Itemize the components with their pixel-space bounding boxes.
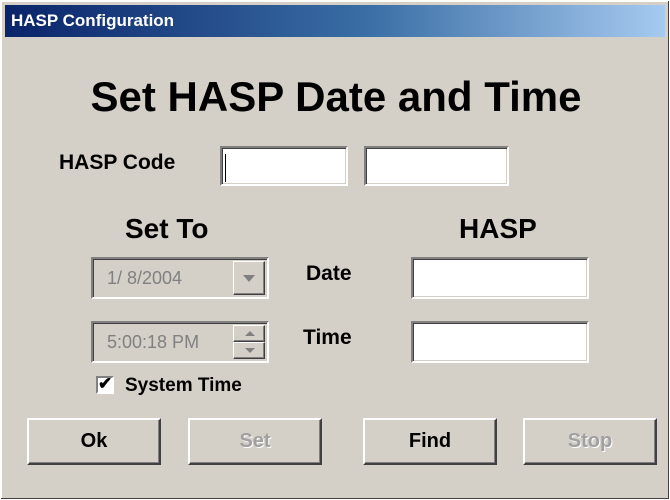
window-title: HASP Configuration	[11, 11, 175, 30]
hasp-code-field-1[interactable]	[220, 146, 348, 186]
find-button[interactable]: Find	[363, 418, 497, 465]
set-to-date-value: 1/ 8/2004	[107, 268, 183, 288]
time-spin-down-button[interactable]	[233, 342, 265, 359]
set-to-header: Set To	[125, 213, 209, 244]
set-to-time-picker[interactable]: 5:00:18 PM	[91, 321, 269, 363]
date-dropdown-button[interactable]	[233, 261, 265, 295]
hasp-time-input[interactable]	[413, 323, 587, 361]
hasp-code-field-2[interactable]	[364, 146, 509, 186]
hasp-time-label: Time	[303, 326, 352, 349]
title-bar[interactable]: HASP Configuration	[5, 5, 665, 37]
hasp-header: HASP	[459, 213, 537, 244]
text-caret	[225, 154, 226, 182]
set-to-time-value: 5:00:18 PM	[107, 332, 200, 352]
checkmark-icon: ✔	[98, 374, 113, 393]
hasp-date-label: Date	[306, 262, 352, 285]
hasp-code-label: HASP Code	[59, 151, 176, 174]
arrow-up-icon	[245, 331, 255, 336]
hasp-code-input-2[interactable]	[366, 148, 507, 184]
hasp-date-field[interactable]	[411, 257, 589, 299]
chevron-down-icon	[243, 275, 255, 282]
stop-button[interactable]: Stop	[523, 418, 657, 465]
hasp-code-input-1[interactable]	[222, 148, 346, 184]
system-time-label: System Time	[125, 375, 242, 396]
time-spin-up-button[interactable]	[233, 325, 265, 342]
set-button[interactable]: Set	[188, 418, 322, 465]
set-to-date-picker[interactable]: 1/ 8/2004	[91, 257, 269, 299]
arrow-down-icon	[245, 348, 255, 353]
page-heading: Set HASP Date and Time	[90, 73, 582, 120]
system-time-checkbox[interactable]: ✔	[96, 374, 114, 394]
hasp-configuration-window: HASP Configuration Set HASP Date and Tim…	[0, 0, 670, 500]
hasp-time-field[interactable]	[411, 321, 589, 363]
ok-button[interactable]: Ok	[27, 418, 161, 465]
hasp-date-input[interactable]	[413, 259, 587, 297]
